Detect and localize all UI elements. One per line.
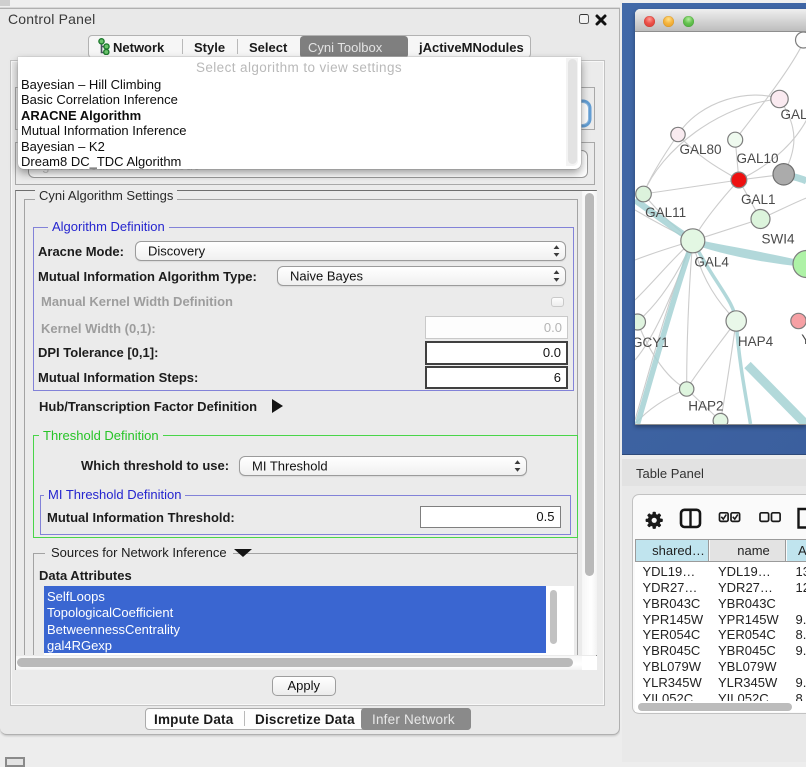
- svg-text:GAL: GAL: [780, 107, 806, 122]
- svg-text:HAP2: HAP2: [688, 399, 723, 414]
- svg-text:Y: Y: [801, 332, 806, 347]
- svg-text:HAP4: HAP4: [737, 334, 773, 349]
- svg-text:GAL11: GAL11: [645, 205, 686, 220]
- svg-text:SWI4: SWI4: [761, 232, 794, 247]
- svg-text:GCY1: GCY1: [635, 335, 669, 350]
- svg-text:GAL4: GAL4: [694, 255, 729, 270]
- svg-text:GAL1: GAL1: [741, 192, 776, 207]
- svg-text:GAL80: GAL80: [679, 142, 721, 157]
- svg-text:GAL10: GAL10: [736, 151, 778, 166]
